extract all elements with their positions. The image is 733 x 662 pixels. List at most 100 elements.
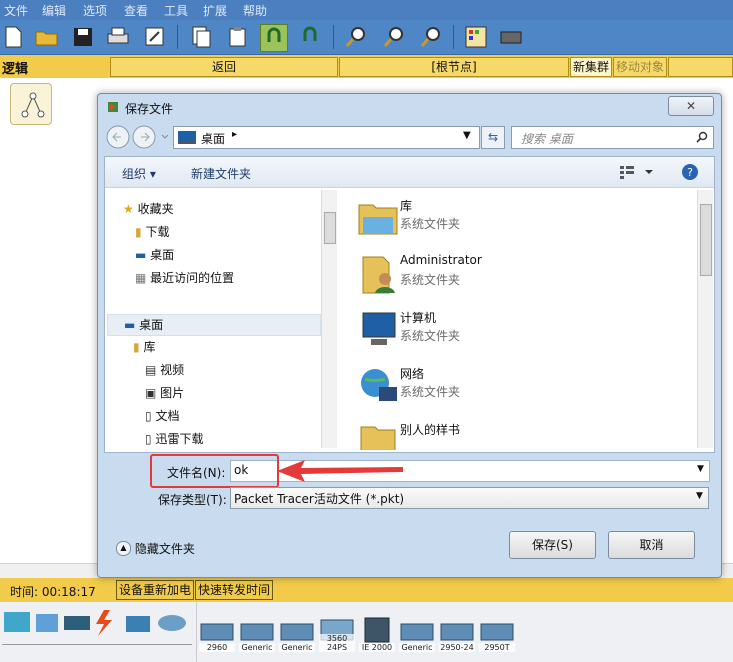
- activity-wizard-icon[interactable]: [142, 24, 168, 50]
- nav-videos[interactable]: ▤ 视频: [145, 360, 337, 380]
- print-icon[interactable]: [105, 24, 131, 50]
- file-item-network[interactable]: 网络 系统文件夹: [347, 361, 697, 415]
- menu-edit[interactable]: 编辑: [42, 2, 66, 19]
- collapse-chevron-icon: ▲: [116, 541, 131, 556]
- zoom-reset-icon[interactable]: [381, 24, 407, 50]
- nav-library[interactable]: ▮ 库: [133, 337, 337, 357]
- time-readout: 时间: 00:18:17: [10, 585, 96, 599]
- document-icon: ▯: [145, 409, 152, 423]
- palette-icon[interactable]: [463, 24, 489, 50]
- logical-view-icon[interactable]: [10, 83, 52, 125]
- menu-view[interactable]: 查看: [124, 2, 148, 19]
- packet-tracer-icon: [108, 102, 118, 112]
- device-bar: 2960 Generic Generic 3560 24PS IE 2000 G…: [0, 602, 733, 662]
- network-icon: [361, 369, 397, 401]
- menu-extensions[interactable]: 扩展: [203, 2, 227, 19]
- save-button[interactable]: 保存(S): [509, 531, 596, 559]
- menu-file[interactable]: 文件: [4, 2, 28, 19]
- star-icon: ★: [123, 202, 134, 216]
- video-icon: ▤: [145, 363, 157, 377]
- hide-folders-toggle[interactable]: ▲ 隐藏文件夹: [116, 540, 195, 557]
- nav-xunlei-downloads[interactable]: ▯ 迅雷下载: [145, 429, 337, 448]
- user-folder-icon: [362, 256, 395, 294]
- annotation-arrow: [277, 460, 403, 482]
- desktop-icon: ▬: [135, 248, 147, 262]
- help-icon[interactable]: ?: [681, 163, 699, 181]
- cancel-button[interactable]: 取消: [608, 531, 695, 559]
- undo-icon[interactable]: [260, 24, 288, 52]
- file-item-sample-books[interactable]: 别人的样书: [347, 417, 697, 450]
- new-folder-button[interactable]: 新建文件夹: [191, 165, 251, 182]
- search-icon[interactable]: [696, 131, 708, 143]
- nav-recent-places[interactable]: ▦ 最近访问的位置: [135, 268, 337, 288]
- folder-icon: [360, 426, 396, 450]
- file-item-computer[interactable]: 计算机 系统文件夹: [347, 305, 697, 359]
- paste-icon[interactable]: [224, 24, 250, 50]
- filename-highlight-box: [150, 454, 279, 488]
- fast-forward-button[interactable]: 快速转发时间: [195, 580, 274, 600]
- root-node-label: [根节点]: [339, 57, 569, 77]
- copy-icon[interactable]: [188, 24, 214, 50]
- move-object-button[interactable]: 移动对象: [613, 57, 667, 77]
- device-generic-2[interactable]: Generic: [279, 616, 315, 652]
- desktop-icon: ▬: [124, 318, 136, 332]
- custom-device-icon[interactable]: [498, 24, 524, 50]
- nav-desktop[interactable]: ▬ 桌面: [107, 314, 321, 336]
- nav-pictures[interactable]: ▣ 图片: [145, 383, 337, 403]
- redo-icon[interactable]: [297, 24, 323, 50]
- file-item-library[interactable]: 库 系统文件夹: [347, 193, 697, 247]
- menu-options[interactable]: 选项: [83, 2, 107, 19]
- library-icon: [358, 204, 398, 235]
- address-dropdown-icon[interactable]: ▼: [463, 130, 471, 141]
- zoom-out-icon[interactable]: [418, 24, 444, 50]
- library-folder-icon: ▮: [133, 340, 140, 354]
- filetype-select[interactable]: Packet Tracer活动文件 (*.pkt) ▼: [230, 487, 709, 509]
- view-options-icon[interactable]: [620, 165, 660, 179]
- zoom-in-icon[interactable]: [343, 24, 369, 50]
- device-category-icons[interactable]: [2, 608, 192, 638]
- command-bar: 组织 ▾ 新建文件夹 ?: [105, 157, 714, 188]
- save-file-dialog: 保存文件 ✕ 桌面 ▸ ▼ ⇆ 搜索 桌面 组织 ▾ 新建文件夹 ? ★ 收藏夹…: [97, 93, 722, 578]
- close-icon: ✕: [685, 99, 697, 113]
- filename-dropdown-icon[interactable]: ▼: [697, 464, 704, 474]
- nav-scrollbar[interactable]: [321, 190, 337, 448]
- close-button[interactable]: ✕: [668, 96, 714, 116]
- new-file-icon[interactable]: [0, 24, 26, 50]
- refresh-icon: ⇆: [487, 130, 499, 144]
- recent-places-icon: ▦: [135, 271, 147, 285]
- refresh-button[interactable]: ⇆: [481, 126, 505, 149]
- save-icon[interactable]: [70, 24, 96, 50]
- nav-favorites[interactable]: ★ 收藏夹: [123, 199, 333, 219]
- device-3560[interactable]: 3560 24PS: [319, 616, 355, 652]
- filetype-dropdown-icon[interactable]: ▼: [696, 491, 703, 501]
- new-cluster-button[interactable]: 新集群: [570, 57, 612, 77]
- device-ie2000[interactable]: IE 2000: [359, 616, 395, 652]
- nav-documents[interactable]: ▯ 文档: [145, 406, 337, 426]
- downloads-folder-icon: ▮: [135, 225, 142, 239]
- nav-desktop-favorite[interactable]: ▬ 桌面: [135, 245, 337, 265]
- device-2950-24[interactable]: 2950-24: [439, 616, 475, 652]
- navigation-pane: ★ 收藏夹 ▮ 下载 ▬ 桌面 ▦ 最近访问的位置 ▬ 桌面 ▮ 库 ▤ 视频 …: [105, 188, 337, 448]
- computer-icon: [362, 312, 396, 345]
- power-cycle-button[interactable]: 设备重新加电: [116, 580, 195, 600]
- svg-text:?: ?: [687, 166, 693, 179]
- back-button[interactable]: 返回: [110, 57, 338, 77]
- menu-help[interactable]: 帮助: [243, 2, 267, 19]
- menu-tools[interactable]: 工具: [164, 2, 188, 19]
- organize-button[interactable]: 组织 ▾: [122, 165, 156, 182]
- nav-downloads[interactable]: ▮ 下载: [135, 222, 337, 242]
- address-text: 桌面: [201, 132, 226, 146]
- device-generic-1[interactable]: Generic: [239, 616, 275, 652]
- device-2950t[interactable]: 2950T: [479, 616, 515, 652]
- search-box[interactable]: 搜索 桌面: [511, 126, 714, 149]
- open-folder-icon[interactable]: [34, 24, 60, 50]
- device-2960[interactable]: 2960: [199, 616, 235, 652]
- time-bar: 时间: 00:18:17 设备重新加电 快速转发时间: [0, 578, 733, 602]
- file-list-scrollbar[interactable]: [697, 190, 713, 448]
- nav-back-forward: [106, 125, 169, 149]
- address-bar[interactable]: 桌面 ▸ ▼: [173, 126, 480, 149]
- device-generic-3[interactable]: Generic: [399, 616, 435, 652]
- file-item-administrator[interactable]: Administrator 系统文件夹: [347, 249, 697, 303]
- address-chevron-icon[interactable]: ▸: [232, 129, 237, 140]
- search-placeholder: 搜索 桌面: [521, 132, 573, 146]
